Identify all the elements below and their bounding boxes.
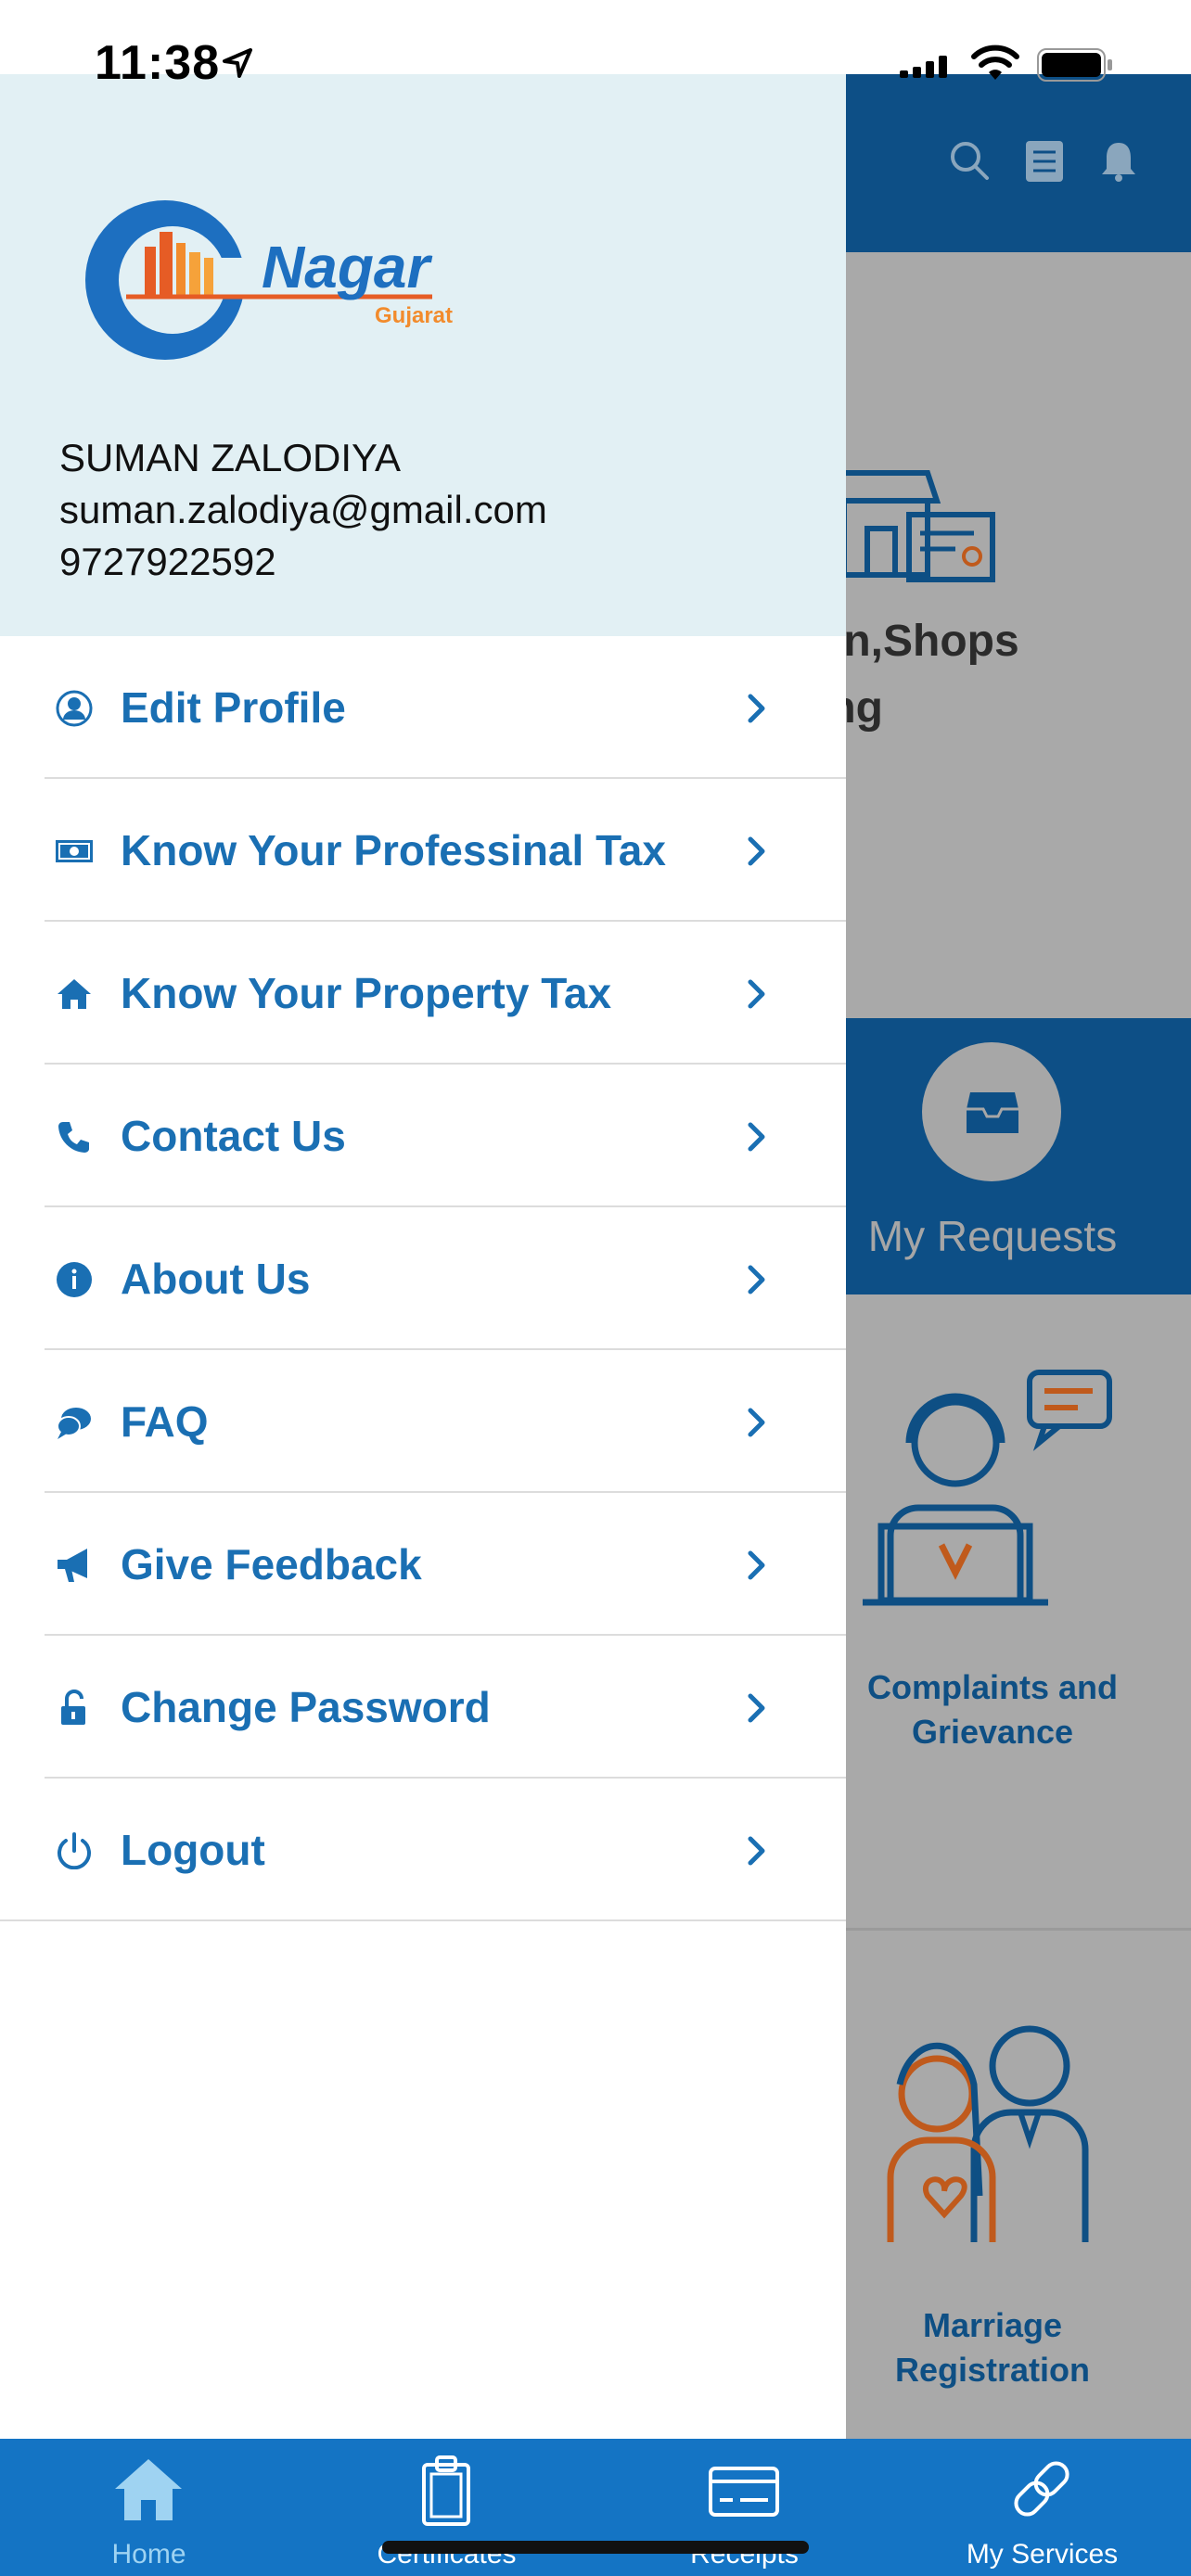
- nagar-logo: Nagar Gujarat: [85, 200, 453, 360]
- drawer-header: Nagar Gujarat SUMAN ZALODIYA suman.zalod…: [0, 74, 846, 636]
- info-icon: [57, 1262, 92, 1297]
- phone-icon: [58, 1122, 89, 1153]
- customer-support-icon: [863, 1370, 1112, 1606]
- chevron-right-icon: [748, 1693, 765, 1723]
- logo-name: Nagar: [262, 234, 433, 300]
- menu-item-property-tax[interactable]: Know Your Property Tax: [45, 922, 846, 1065]
- menu-item-label: Change Password: [121, 1683, 491, 1731]
- menu-item-professional-tax[interactable]: Know Your Professinal Tax: [45, 779, 846, 922]
- battery-icon: [1037, 48, 1112, 82]
- money-icon: [56, 840, 93, 862]
- location-arrow-icon: [223, 48, 252, 78]
- tab-label: Home: [111, 2539, 186, 2570]
- tab-receipts[interactable]: Receipts: [596, 2439, 893, 2576]
- status-bar: 11:38: [0, 0, 1191, 90]
- clipboard-icon: [422, 2455, 470, 2526]
- tab-bar: Home Certificates Receipts My Services: [0, 2439, 1191, 2576]
- menu-item-label: Logout: [121, 1826, 265, 1874]
- bell-icon: [1102, 143, 1135, 182]
- menu-item-contact-us[interactable]: Contact Us: [45, 1065, 846, 1207]
- tab-certificates[interactable]: Certificates: [298, 2439, 596, 2576]
- chevron-right-icon: [748, 1836, 765, 1866]
- menu-item-label: Edit Profile: [121, 683, 346, 732]
- document-icon: [1026, 141, 1063, 182]
- menu-item-change-password[interactable]: Change Password: [45, 1636, 846, 1779]
- shop-certificate-icon: [835, 470, 995, 582]
- my-requests-button: [922, 1042, 1061, 1181]
- chevron-right-icon: [748, 836, 765, 866]
- shops-tile-label: on,Shops: [816, 617, 1019, 666]
- my-requests-label: My Requests: [867, 1212, 1118, 1260]
- menu-item-label: Give Feedback: [121, 1540, 422, 1588]
- user-email: suman.zalodiya@gmail.com: [59, 488, 547, 531]
- inbox-icon: [967, 1092, 1018, 1133]
- drawer-menu: Edit Profile Know Your Professinal Tax K…: [0, 636, 846, 1921]
- side-drawer: Nagar Gujarat SUMAN ZALODIYA suman.zalod…: [0, 74, 846, 2439]
- user-phone: 9727922592: [59, 540, 276, 583]
- search-icon: [951, 142, 989, 180]
- chevron-right-icon: [748, 1408, 765, 1437]
- tab-home[interactable]: Home: [0, 2439, 298, 2576]
- menu-item-about-us[interactable]: About Us: [45, 1207, 846, 1350]
- megaphone-icon: [58, 1549, 87, 1582]
- chevron-right-icon: [748, 979, 765, 1009]
- user-circle-icon: [56, 690, 93, 727]
- menu-item-label: Know Your Professinal Tax: [121, 826, 666, 874]
- tab-my-services[interactable]: My Services: [893, 2439, 1191, 2576]
- home-icon: [58, 979, 91, 1009]
- menu-item-label: Know Your Property Tax: [121, 969, 612, 1017]
- chevron-right-icon: [748, 694, 765, 723]
- card-icon: [709, 2467, 779, 2517]
- home-indicator: [382, 2541, 809, 2554]
- marriage-tile-label: Marriage Registration: [894, 2306, 1091, 2389]
- link-icon: [1014, 2461, 1069, 2517]
- power-icon: [58, 1832, 91, 1869]
- chevron-right-icon: [748, 1550, 765, 1580]
- logo-subtitle: Gujarat: [375, 303, 453, 328]
- menu-item-give-feedback[interactable]: Give Feedback: [45, 1493, 846, 1636]
- status-time: 11:38: [95, 36, 221, 90]
- chevron-right-icon: [748, 1265, 765, 1294]
- signal-icon: [900, 56, 947, 78]
- complaints-tile-label: Complaints and Grievance: [866, 1668, 1119, 1751]
- user-name: SUMAN ZALODIYA: [59, 436, 401, 479]
- menu-item-edit-profile[interactable]: Edit Profile: [45, 636, 846, 779]
- couple-icon: [887, 2025, 1089, 2242]
- menu-item-label: Contact Us: [121, 1112, 346, 1160]
- wifi-icon: [971, 45, 1019, 80]
- chat-bubbles-icon: [57, 1408, 91, 1439]
- tab-label: My Services: [966, 2539, 1119, 2570]
- menu-item-faq[interactable]: FAQ: [45, 1350, 846, 1493]
- menu-item-label: FAQ: [121, 1397, 209, 1446]
- menu-item-logout[interactable]: Logout: [0, 1779, 846, 1921]
- unlock-icon: [61, 1690, 85, 1725]
- chevron-right-icon: [748, 1122, 765, 1152]
- home-icon: [115, 2459, 182, 2520]
- menu-item-label: About Us: [121, 1255, 311, 1303]
